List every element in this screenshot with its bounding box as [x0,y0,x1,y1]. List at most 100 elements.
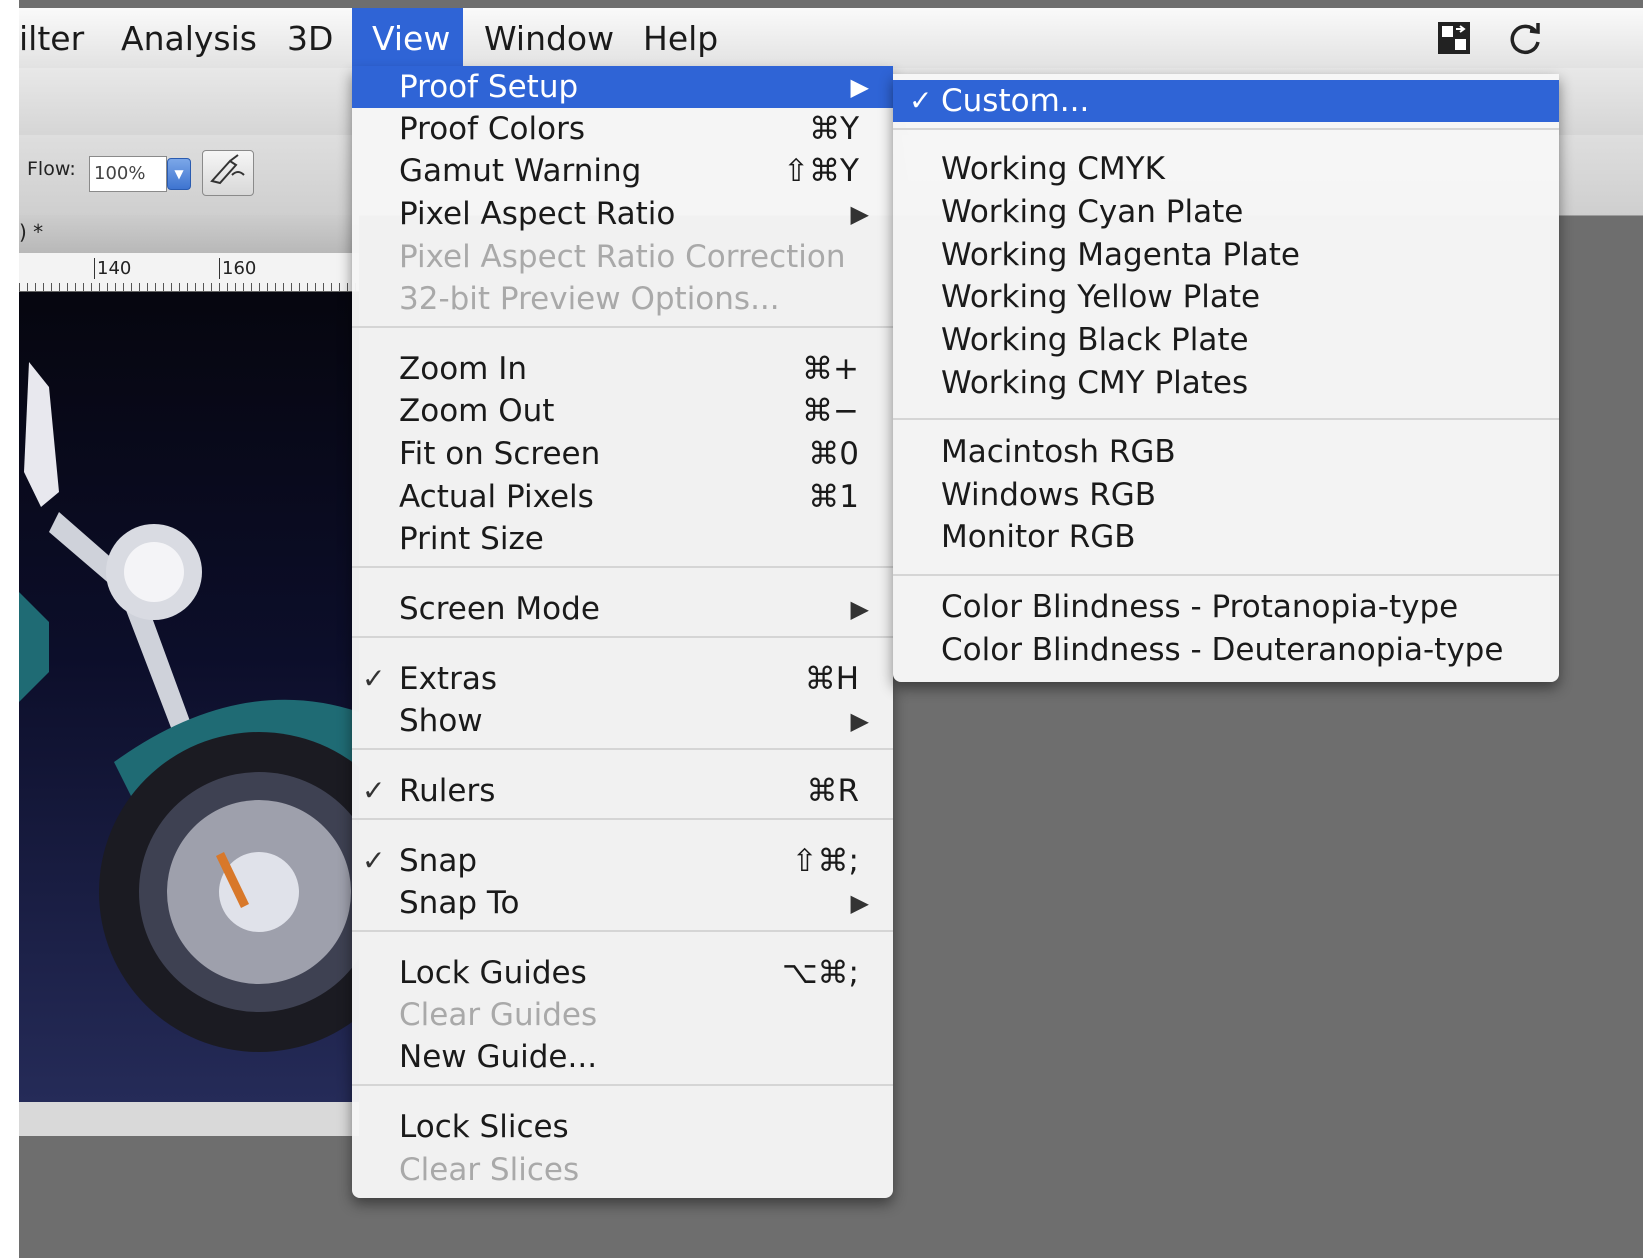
view-menu-item-screen-mode[interactable]: Screen Mode ▶ [352,588,893,630]
menu-item-label: Extras [399,661,497,697]
proof-setup-item-macintosh-rgb[interactable]: Macintosh RGB [893,431,1559,473]
proof-setup-submenu: ✓ Custom... Working CMYK Working Cyan Plate… [893,74,1559,682]
menu-separator [352,930,893,932]
menu-window[interactable]: Window [464,8,634,68]
menu-item-label: Working Magenta Plate [941,237,1300,273]
menu-item-label: Rulers [399,773,496,809]
menu-item-label: Zoom Out [399,393,555,429]
menu-item-shortcut: ⌥⌘; [781,955,859,991]
flow-input[interactable]: 100% [89,156,167,192]
view-menu-item-lock-slices[interactable]: Lock Slices [352,1106,893,1148]
document-tab-title[interactable]: ) * [19,220,43,244]
horizontal-ruler [19,253,359,292]
view-menu-item-clear-guides: Clear Guides [352,994,893,1036]
menu-item-label: Monitor RGB [941,519,1136,555]
proof-setup-item-working-cmyk[interactable]: Working CMYK [893,148,1559,190]
checkmark-icon: ✓ [362,844,386,877]
proof-setup-item-monitor-rgb[interactable]: Monitor RGB [893,516,1559,558]
view-menu-item-rulers[interactable]: ✓ Rulers ⌘R [352,770,893,812]
menu-item-label: Lock Slices [399,1109,569,1145]
view-menu-item-snap-to[interactable]: Snap To ▶ [352,882,893,924]
proof-setup-item-custom[interactable]: ✓ Custom... [893,80,1559,122]
menu-item-shortcut: ⌘0 [808,436,859,472]
menu-item-shortcut: ⌘+ [802,351,859,387]
menu-analysis[interactable]: Analysis [101,8,277,68]
proof-setup-item-working-yellow-plate[interactable]: Working Yellow Plate [893,276,1559,318]
checkmark-icon: ✓ [909,84,933,117]
menu-separator [352,636,893,638]
menu-item-shortcut: ⌘− [802,393,859,429]
menu-item-label: Color Blindness - Deuteranopia-type [941,632,1504,668]
view-menu-item-fit-on-screen[interactable]: Fit on Screen ⌘0 [352,433,893,475]
menu-item-label: Actual Pixels [399,479,594,515]
menu-item-label: Snap [399,843,477,879]
submenu-arrow-icon: ▶ [850,73,869,101]
menu-view[interactable]: View [352,8,463,68]
view-menu-item-proof-colors[interactable]: Proof Colors ⌘Y [352,108,893,150]
document-canvas[interactable] [19,292,419,1102]
checkmark-icon: ✓ [362,774,386,807]
menu-item-label: Pixel Aspect Ratio [399,196,676,232]
airbrush-icon [210,154,245,185]
flow-dropdown-button[interactable]: ▼ [167,158,191,190]
menu-item-shortcut: ⌘Y [809,111,859,147]
motorcycle-image [19,362,419,1052]
menu-item-label: Screen Mode [399,591,600,627]
menu-separator [352,566,893,568]
view-menu-item-pixel-aspect-ratio[interactable]: Pixel Aspect Ratio ▶ [352,193,893,235]
menu-item-label: Macintosh RGB [941,434,1176,470]
menu-item-label: Working CMY Plates [941,365,1249,401]
sync-icon[interactable] [1505,18,1545,58]
proof-setup-item-working-magenta-plate[interactable]: Working Magenta Plate [893,234,1559,276]
menu-item-label: New Guide... [399,1039,598,1075]
submenu-arrow-icon: ▶ [850,707,869,735]
document-tab-bar [19,215,359,254]
menu-item-label: Snap To [399,885,520,921]
menu-item-label: Show [399,703,483,739]
view-menu-item-extras[interactable]: ✓ Extras ⌘H [352,658,893,700]
menu-item-shortcut: ⌘H [804,661,859,697]
view-menu-item-print-size[interactable]: Print Size [352,518,893,560]
screen-arrange-icon[interactable] [1434,18,1474,58]
proof-setup-item-windows-rgb[interactable]: Windows RGB [893,474,1559,516]
view-menu-item-snap[interactable]: ✓ Snap ⇧⌘; [352,840,893,882]
proof-setup-item-working-cmy-plates[interactable]: Working CMY Plates [893,362,1559,404]
menu-item-label: Lock Guides [399,955,587,991]
view-menu-item-lock-guides[interactable]: Lock Guides ⌥⌘; [352,952,893,994]
chevron-down-icon: ▼ [174,167,184,181]
menu-item-label: Clear Slices [399,1152,580,1188]
menu-item-label: Zoom In [399,351,528,387]
menu-separator [893,128,1559,130]
menu-separator [352,818,893,820]
menu-3d[interactable]: 3D [267,8,353,68]
view-menu-item-zoom-in[interactable]: Zoom In ⌘+ [352,348,893,390]
menu-item-shortcut: ⇧⌘; [791,843,859,879]
view-menu-item-gamut-warning[interactable]: Gamut Warning ⇧⌘Y [352,150,893,192]
view-menu-item-32-bit-preview-options: 32-bit Preview Options... [352,278,893,320]
proof-setup-item-color-blindness-deuteranopia-type[interactable]: Color Blindness - Deuteranopia-type [893,629,1559,671]
menu-item-label: Fit on Screen [399,436,601,472]
proof-setup-item-working-black-plate[interactable]: Working Black Plate [893,319,1559,361]
view-menu-item-new-guide[interactable]: New Guide... [352,1036,893,1078]
menu-bar: ilter Analysis 3D View Window Help [19,8,1643,69]
menu-item-label: Working Cyan Plate [941,194,1244,230]
menu-separator [893,418,1559,420]
proof-setup-item-working-cyan-plate[interactable]: Working Cyan Plate [893,191,1559,233]
airbrush-toggle-button[interactable] [202,150,254,196]
menu-item-label: Custom... [941,83,1090,119]
view-menu-item-show[interactable]: Show ▶ [352,700,893,742]
ruler-label: 160 [219,258,259,279]
view-menu-item-actual-pixels[interactable]: Actual Pixels ⌘1 [352,476,893,518]
menu-filter[interactable]: ilter [19,8,104,68]
menu-separator [893,574,1559,576]
view-menu-item-clear-slices: Clear Slices [352,1149,893,1191]
view-menu-item-proof-setup[interactable]: Proof Setup ▶ [352,66,893,108]
menu-separator [352,748,893,750]
menu-help[interactable]: Help [623,8,738,68]
submenu-arrow-icon: ▶ [850,889,869,917]
proof-setup-item-color-blindness-protanopia-type[interactable]: Color Blindness - Protanopia-type [893,586,1559,628]
menu-item-label: Working CMYK [941,151,1165,187]
flow-label: Flow: [27,158,76,180]
ruler-label: 140 [94,258,134,279]
view-menu-item-zoom-out[interactable]: Zoom Out ⌘− [352,390,893,432]
